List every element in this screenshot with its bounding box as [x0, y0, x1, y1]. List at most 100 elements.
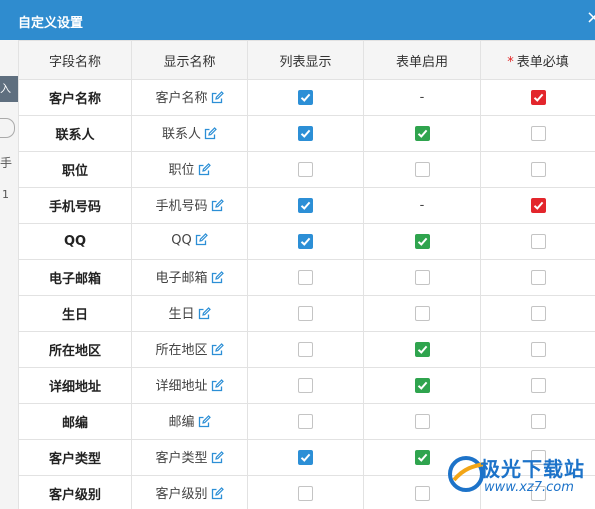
field-name-cell: QQ — [18, 223, 132, 260]
checkmark-icon — [417, 345, 427, 354]
edit-icon[interactable] — [198, 307, 211, 324]
edit-icon[interactable] — [198, 415, 211, 432]
close-icon[interactable]: × — [586, 8, 595, 28]
edit-icon[interactable] — [211, 379, 224, 396]
form-required-cell — [480, 331, 595, 368]
list-display-checkbox[interactable] — [298, 90, 313, 105]
form-required-checkbox[interactable] — [530, 270, 546, 285]
background-app-fragment: 入 手 1 — [0, 36, 18, 509]
form-enabled-cell — [363, 367, 481, 404]
background-text-fragment: 1 — [2, 188, 9, 201]
list-display-checkbox[interactable] — [298, 306, 313, 321]
form-enabled-checkbox[interactable] — [414, 270, 430, 285]
form-enabled-checkbox[interactable] — [414, 486, 430, 501]
display-name-label: 详细地址 — [155, 379, 208, 394]
display-name-cell: 联系人 — [131, 115, 248, 152]
edit-icon[interactable] — [211, 487, 224, 504]
display-name-cell: 客户类型 — [131, 439, 248, 476]
field-name-cell: 客户类型 — [18, 439, 132, 476]
form-required-checkbox[interactable] — [530, 198, 546, 213]
list-display-cell — [247, 367, 364, 404]
field-name-cell: 联系人 — [18, 115, 132, 152]
display-name-cell: 邮编 — [131, 403, 248, 440]
column-header-field-name: 字段名称 — [18, 40, 132, 80]
edit-icon[interactable] — [204, 127, 217, 144]
table-row: QQ QQ — [18, 223, 595, 260]
form-required-checkbox[interactable] — [530, 162, 546, 177]
list-display-checkbox[interactable] — [298, 378, 313, 393]
form-enabled-cell — [363, 115, 481, 152]
display-name-label: 邮编 — [168, 415, 195, 430]
edit-icon[interactable] — [211, 91, 224, 108]
checkmark-icon — [417, 453, 427, 462]
form-enabled-checkbox[interactable] — [414, 234, 430, 249]
list-display-checkbox[interactable] — [298, 198, 313, 213]
list-display-cell — [247, 79, 364, 116]
field-name-cell: 电子邮箱 — [18, 259, 132, 296]
form-enabled-checkbox[interactable] — [414, 450, 430, 465]
list-display-cell — [247, 115, 364, 152]
list-display-checkbox[interactable] — [298, 126, 313, 141]
background-search-fragment — [0, 118, 15, 138]
form-enabled-cell — [363, 223, 481, 260]
form-required-cell — [480, 259, 595, 296]
edit-icon[interactable] — [211, 199, 224, 216]
edit-icon[interactable] — [198, 163, 211, 180]
checkmark-icon — [533, 201, 543, 210]
list-display-cell — [247, 259, 364, 296]
list-display-checkbox[interactable] — [298, 342, 313, 357]
form-enabled-checkbox[interactable] — [414, 378, 430, 393]
list-display-checkbox[interactable] — [298, 270, 313, 285]
display-name-label: 客户名称 — [155, 91, 208, 106]
edit-icon[interactable] — [211, 451, 224, 468]
checkmark-icon — [533, 93, 543, 102]
table-row: 职位 职位 — [18, 151, 595, 188]
checkmark-icon — [417, 237, 427, 246]
list-display-cell — [247, 151, 364, 188]
form-enabled-checkbox[interactable] — [414, 342, 430, 357]
form-required-checkbox[interactable] — [530, 126, 546, 141]
form-required-checkbox[interactable] — [530, 378, 546, 393]
form-required-checkbox[interactable] — [530, 234, 546, 249]
form-enabled-checkbox[interactable] — [414, 162, 430, 177]
list-display-checkbox[interactable] — [298, 486, 313, 501]
list-display-checkbox[interactable] — [298, 414, 313, 429]
form-required-cell — [480, 403, 595, 440]
edit-icon[interactable] — [211, 343, 224, 360]
list-display-cell — [247, 439, 364, 476]
checkmark-icon — [417, 129, 427, 138]
checkmark-icon — [300, 201, 311, 210]
form-enabled-cell — [363, 151, 481, 188]
list-display-cell — [247, 187, 364, 224]
table-header-row: 字段名称 显示名称 列表显示 表单启用 * 表单必填 — [18, 40, 595, 80]
background-tab-fragment: 入 — [0, 76, 18, 102]
display-name-cell: 手机号码 — [131, 187, 248, 224]
edit-icon[interactable] — [211, 271, 224, 288]
list-display-checkbox[interactable] — [298, 450, 313, 465]
table-row: 手机号码 手机号码 - — [18, 187, 595, 224]
form-enabled-cell — [363, 331, 481, 368]
form-required-checkbox[interactable] — [530, 306, 546, 321]
display-name-label: 联系人 — [161, 127, 201, 142]
display-name-label: 职位 — [168, 163, 195, 178]
form-required-checkbox[interactable] — [530, 414, 546, 429]
checkmark-icon — [417, 381, 427, 390]
form-enabled-checkbox[interactable] — [414, 126, 430, 141]
form-required-checkbox[interactable] — [530, 342, 546, 357]
table-row: 详细地址 详细地址 — [18, 367, 595, 404]
edit-icon[interactable] — [195, 233, 208, 250]
display-name-label: 电子邮箱 — [155, 271, 208, 286]
list-display-cell — [247, 475, 364, 509]
list-display-checkbox[interactable] — [298, 162, 313, 177]
custom-settings-dialog: 字段名称 显示名称 列表显示 表单启用 * 表单必填 客户名称 客户名称 - 联系人 联系… — [18, 40, 595, 509]
form-enabled-checkbox[interactable] — [414, 306, 430, 321]
form-enabled-checkbox[interactable] — [414, 414, 430, 429]
field-name-cell: 职位 — [18, 151, 132, 188]
form-required-checkbox[interactable] — [530, 90, 546, 105]
form-required-cell — [480, 79, 595, 116]
table-row: 客户名称 客户名称 - — [18, 79, 595, 116]
column-header-form-required: * 表单必填 — [480, 40, 595, 80]
form-enabled-cell — [363, 403, 481, 440]
list-display-checkbox[interactable] — [298, 234, 313, 249]
display-name-cell: QQ — [131, 223, 248, 260]
